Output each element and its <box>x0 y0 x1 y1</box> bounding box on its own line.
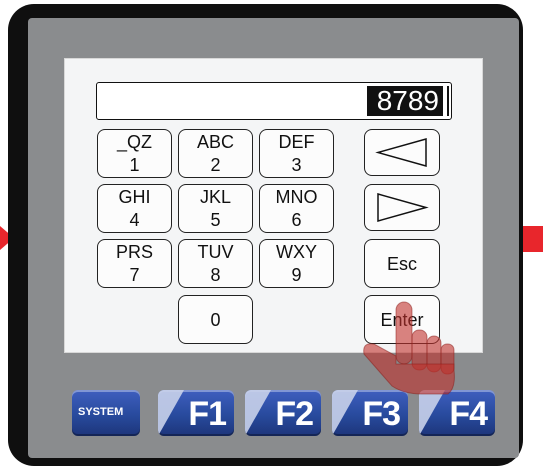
key-6-digit: 6 <box>291 210 302 230</box>
key-8-letters: TUV <box>197 242 234 262</box>
key-9-digit: 9 <box>291 265 302 285</box>
enter-button[interactable]: Enter <box>364 295 440 344</box>
key-4-digit: 4 <box>129 210 140 230</box>
key-3-digit: 3 <box>291 155 302 175</box>
key-6[interactable]: MNO 6 <box>259 184 334 233</box>
key-highlight <box>419 390 445 436</box>
key-2-digit: 2 <box>210 155 221 175</box>
cursor-left-button[interactable] <box>364 129 440 176</box>
key-5-digit: 5 <box>210 210 221 230</box>
f1-button[interactable]: F1 <box>158 390 234 436</box>
key-7[interactable]: PRS 7 <box>97 239 172 288</box>
key-0-digit: 0 <box>210 309 221 330</box>
key-9-letters: WXY <box>275 242 317 262</box>
key-8-digit: 8 <box>210 265 221 285</box>
key-7-letters: PRS <box>115 242 153 262</box>
key-1[interactable]: _QZ 1 <box>97 129 172 178</box>
f3-label: F3 <box>362 395 401 433</box>
left-triangle-icon <box>374 137 427 167</box>
f4-button[interactable]: F4 <box>419 390 495 436</box>
key-4[interactable]: GHI 4 <box>97 184 172 233</box>
system-button[interactable]: SYSTEM <box>72 390 140 436</box>
key-3-letters: DEF <box>278 132 315 152</box>
f4-label: F4 <box>449 395 488 433</box>
system-label: SYSTEM <box>78 406 124 418</box>
f3-button[interactable]: F3 <box>332 390 408 436</box>
key-highlight <box>332 390 358 436</box>
key-0[interactable]: 0 <box>178 295 253 344</box>
key-7-digit: 7 <box>129 265 140 285</box>
key-4-letters: GHI <box>118 187 151 207</box>
key-6-letters: MNO <box>275 187 318 207</box>
esc-label: Esc <box>386 253 417 274</box>
text-cursor <box>447 86 449 116</box>
key-5[interactable]: JKL 5 <box>178 184 253 233</box>
esc-button[interactable]: Esc <box>364 239 440 288</box>
f1-label: F1 <box>188 395 227 433</box>
key-2[interactable]: ABC 2 <box>178 129 253 178</box>
enter-label: Enter <box>380 309 424 330</box>
cursor-right-button[interactable] <box>364 184 440 231</box>
f2-button[interactable]: F2 <box>245 390 321 436</box>
key-1-letters: _QZ <box>116 132 152 152</box>
key-8[interactable]: TUV 8 <box>178 239 253 288</box>
key-1-digit: 1 <box>129 155 140 175</box>
f2-label: F2 <box>275 395 314 433</box>
entry-value: 8789 <box>366 86 443 116</box>
key-9[interactable]: WXY 9 <box>259 239 334 288</box>
key-5-letters: JKL <box>199 187 232 207</box>
key-highlight <box>158 390 184 436</box>
numeric-entry-field[interactable]: 8789 <box>96 82 452 120</box>
key-highlight <box>245 390 271 436</box>
right-triangle-icon <box>376 192 429 222</box>
key-3[interactable]: DEF 3 <box>259 129 334 178</box>
key-2-letters: ABC <box>196 132 234 152</box>
right-edge-marker <box>521 226 543 252</box>
